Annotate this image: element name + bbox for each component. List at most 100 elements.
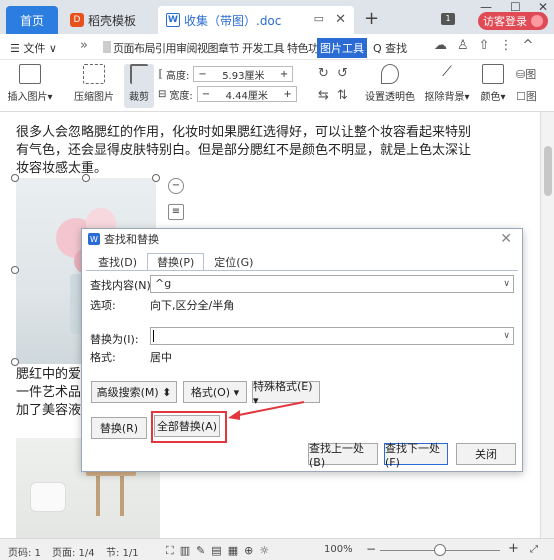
crop-icon xyxy=(130,64,148,84)
tab-window-icon[interactable]: ▭ xyxy=(314,12,324,25)
docer-logo-icon: D xyxy=(70,13,84,27)
remove-background-button[interactable]: ⟋ 抠除背景▾ xyxy=(422,64,472,103)
title-bar: 首页 D 稻壳模板 W 收集（带图）.doc ▭ ✕ + 1 访客登录 — ☐ … xyxy=(0,0,554,34)
wps-logo-icon: W xyxy=(88,233,100,245)
menu-file[interactable]: ☰ 文件 ∨ xyxy=(10,40,57,56)
picture-border-icon[interactable]: ☐图 xyxy=(516,88,537,104)
replace-label: 替换为(I): xyxy=(90,333,139,346)
flip-horizontal-icon[interactable]: ⇆ xyxy=(318,88,329,103)
options-label: 选项: xyxy=(90,299,116,312)
menu-more-icon[interactable]: » xyxy=(80,38,88,53)
advanced-search-button[interactable]: 高级搜索(M) ⬍ xyxy=(91,381,177,403)
height-field[interactable]: − 5.93厘米 + xyxy=(193,66,294,82)
table-leg-icon xyxy=(96,476,100,516)
annotation-arrow-icon xyxy=(228,401,305,420)
tab-goto[interactable]: 定位(G) xyxy=(204,253,263,271)
highlight-box xyxy=(151,411,227,443)
flip-vertical-icon[interactable]: ⇅ xyxy=(337,88,348,103)
menu-scroll-left-icon[interactable] xyxy=(103,41,111,53)
remove-background-label: 抠除背景 xyxy=(424,92,465,103)
visitor-login-button[interactable]: 访客登录 xyxy=(478,12,548,30)
resize-handle[interactable] xyxy=(82,174,90,182)
chevron-down-icon[interactable]: ∨ xyxy=(503,276,510,292)
zoom-out-button[interactable]: − xyxy=(366,542,376,556)
section-count: 节: 1/1 xyxy=(106,548,139,559)
table-leg-icon xyxy=(120,476,124,516)
new-tab-button[interactable]: + xyxy=(364,8,379,29)
color-icon xyxy=(482,64,504,84)
replace-button[interactable]: 替换(R) xyxy=(91,417,147,439)
paragraph-2-line-2: 一件艺术品 xyxy=(16,385,82,400)
replace-input[interactable]: ∨ xyxy=(150,327,514,345)
resize-handle[interactable] xyxy=(11,266,19,274)
find-next-button[interactable]: 查找下一处(F) xyxy=(384,442,448,469)
avatar xyxy=(531,15,543,27)
tab-template[interactable]: D 稻壳模板 xyxy=(62,6,158,34)
tab-home[interactable]: 首页 xyxy=(6,6,58,34)
crop-button[interactable]: 裁剪 xyxy=(124,64,154,108)
menu-picture-tools[interactable]: 图片工具 xyxy=(317,38,367,58)
drop-icon xyxy=(381,64,399,84)
menu-right-icons[interactable]: ☁♙⇧⋮^ xyxy=(434,38,543,53)
insert-image-button[interactable]: 插入图片▾ xyxy=(6,64,54,103)
tab-close-icon[interactable]: ✕ xyxy=(335,12,346,27)
set-transparent-button[interactable]: 设置透明色 xyxy=(364,64,416,103)
magic-wand-icon: ⟋ xyxy=(442,64,452,80)
maximize-button[interactable]: ☐ xyxy=(510,0,521,14)
color-label: 颜色 xyxy=(480,92,501,103)
width-plus[interactable]: + xyxy=(283,89,291,100)
close-dialog-button[interactable]: 关闭 xyxy=(456,443,516,465)
crop-label: 裁剪 xyxy=(129,92,149,103)
zoom-out-image-icon[interactable]: − xyxy=(168,178,184,194)
page-number: 页码: 1 xyxy=(8,548,41,559)
picture-effect-icon[interactable]: ⛁图 xyxy=(516,66,536,82)
chevron-down-icon[interactable]: ∨ xyxy=(503,328,510,344)
find-label: 查找内容(N): xyxy=(90,279,155,292)
format-label: 格式: xyxy=(90,351,116,364)
resize-handle[interactable] xyxy=(152,174,160,182)
compress-image-button[interactable]: 压缩图片 xyxy=(70,64,118,103)
tab-replace[interactable]: 替换(P) xyxy=(147,253,205,271)
resize-handle[interactable] xyxy=(11,174,19,182)
visitor-login-label: 访客登录 xyxy=(483,15,527,28)
word-doc-icon: W xyxy=(166,13,180,27)
layout-options-icon[interactable]: ≡ xyxy=(168,204,184,220)
height-icon: ⟦ xyxy=(158,68,163,80)
menu-bar: ☰ 文件 ∨ » 页面布局引用审阅视图章节 开发工具 特色功能 图片工具 Q 查… xyxy=(0,34,554,60)
height-label: 高度: xyxy=(165,70,190,82)
zoom-in-button[interactable]: + xyxy=(508,541,519,556)
zoom-slider-knob[interactable] xyxy=(434,544,446,556)
page-count: 页面: 1/4 xyxy=(52,548,95,559)
height-plus[interactable]: + xyxy=(280,69,288,80)
dialog-close-icon[interactable]: ✕ xyxy=(500,231,512,247)
paragraph-1-line-2: 有气色，还会显得皮肤特别白。但是部分腮红不是颜色不明显，就是上色太深让 xyxy=(16,143,472,158)
vertical-scrollbar[interactable] xyxy=(540,112,554,538)
tab-find[interactable]: 查找(D) xyxy=(88,253,147,271)
insert-image-label: 插入图片 xyxy=(7,92,48,103)
fullscreen-icon[interactable]: ⤢ xyxy=(530,544,538,555)
rotate-left-icon[interactable]: ↺ xyxy=(337,66,348,81)
set-transparent-label: 设置透明色 xyxy=(365,92,415,103)
paragraph-1-line-3: 妆容妆感太重。 xyxy=(16,161,108,176)
width-minus[interactable]: − xyxy=(202,89,210,100)
close-window-button[interactable]: ✕ xyxy=(538,0,548,14)
color-button[interactable]: 颜色▾ xyxy=(478,64,508,103)
view-mode-icons[interactable]: ⛶▥✎▤▦⊕☼ xyxy=(166,544,275,558)
rotate-right-icon[interactable]: ↻ xyxy=(318,66,329,81)
width-icon: ⊟ xyxy=(158,88,167,100)
resize-handle[interactable] xyxy=(11,358,19,366)
paragraph-1-line-1: 很多人会忽略腮红的作用，化妆时如果腮红选得好，可以让整个妆容看起来特别 xyxy=(16,125,472,140)
height-row: ⟦ 高度: − 5.93厘米 + xyxy=(158,66,294,82)
tab-document[interactable]: W 收集（带图）.doc ▭ ✕ xyxy=(158,6,354,34)
scroll-thumb[interactable] xyxy=(544,146,552,196)
menu-tabs[interactable]: 页面布局引用审阅视图章节 开发工具 特色功能 xyxy=(113,40,330,56)
find-input[interactable]: ^g ∨ xyxy=(150,275,514,293)
height-minus[interactable]: − xyxy=(198,69,206,80)
menu-search[interactable]: Q 查找 xyxy=(373,40,407,56)
width-field[interactable]: − 4.44厘米 + xyxy=(196,86,297,102)
find-previous-button[interactable]: 查找上一处(B) xyxy=(308,442,378,469)
paragraph-2-line-3: 加了美容液 xyxy=(16,403,82,418)
tab-count-badge[interactable]: 1 xyxy=(441,13,455,25)
minimize-button[interactable]: — xyxy=(480,0,492,14)
zoom-level[interactable]: 100% xyxy=(324,544,353,555)
